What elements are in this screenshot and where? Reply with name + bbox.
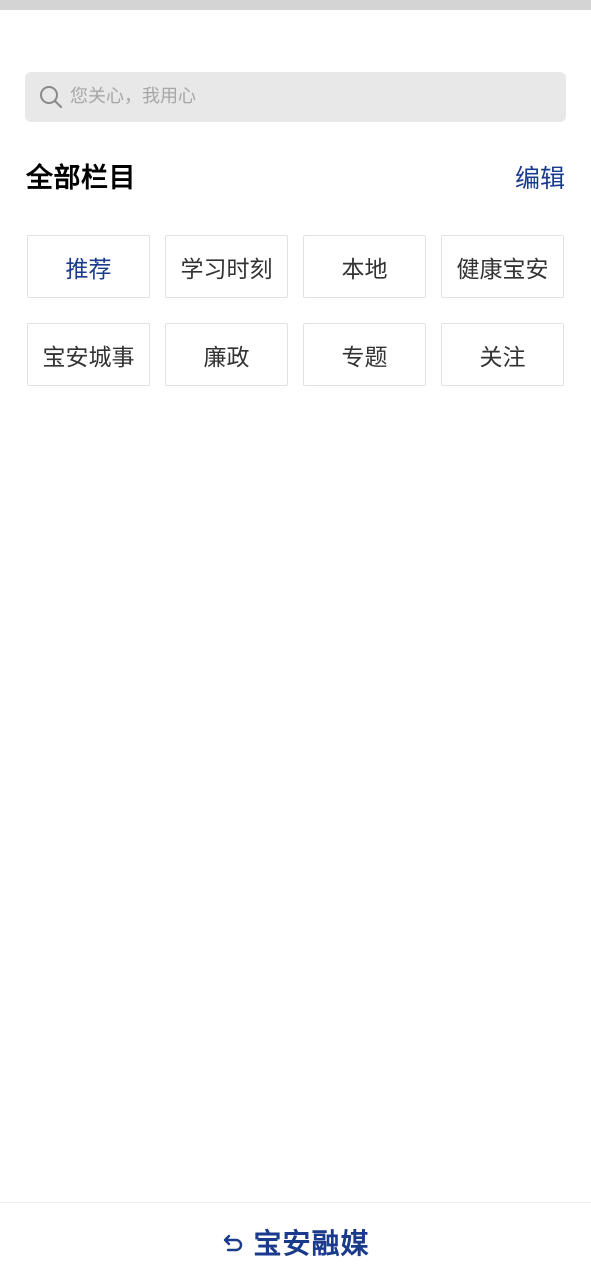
search-bar[interactable]: 您关心，我用心 [25,72,566,122]
channel-item-integrity[interactable]: 廉政 [165,323,288,386]
channel-item-local[interactable]: 本地 [303,235,426,298]
bottom-bar: 宝安融媒 [0,1202,591,1280]
section-title: 全部栏目 [26,163,136,194]
channel-item-study-time[interactable]: 学习时刻 [165,235,288,298]
channel-item-follow[interactable]: 关注 [441,323,564,386]
channel-item-recommend[interactable]: 推荐 [27,235,150,298]
search-placeholder: 您关心，我用心 [70,86,196,107]
channel-item-health-baoan[interactable]: 健康宝安 [441,235,564,298]
brand-name: 宝安融媒 [253,1226,370,1260]
top-strip [0,0,591,10]
back-to-home-button[interactable]: 宝安融媒 [221,1222,369,1262]
return-arrow-icon [221,1229,247,1255]
channel-item-baoan-city[interactable]: 宝安城事 [27,323,150,386]
edit-button[interactable]: 编辑 [515,160,565,198]
search-icon [38,84,64,110]
channel-grid: 推荐 学习时刻 本地 健康宝安 宝安城事 廉政 专题 关注 [27,235,564,386]
channel-item-special-topic[interactable]: 专题 [303,323,426,386]
